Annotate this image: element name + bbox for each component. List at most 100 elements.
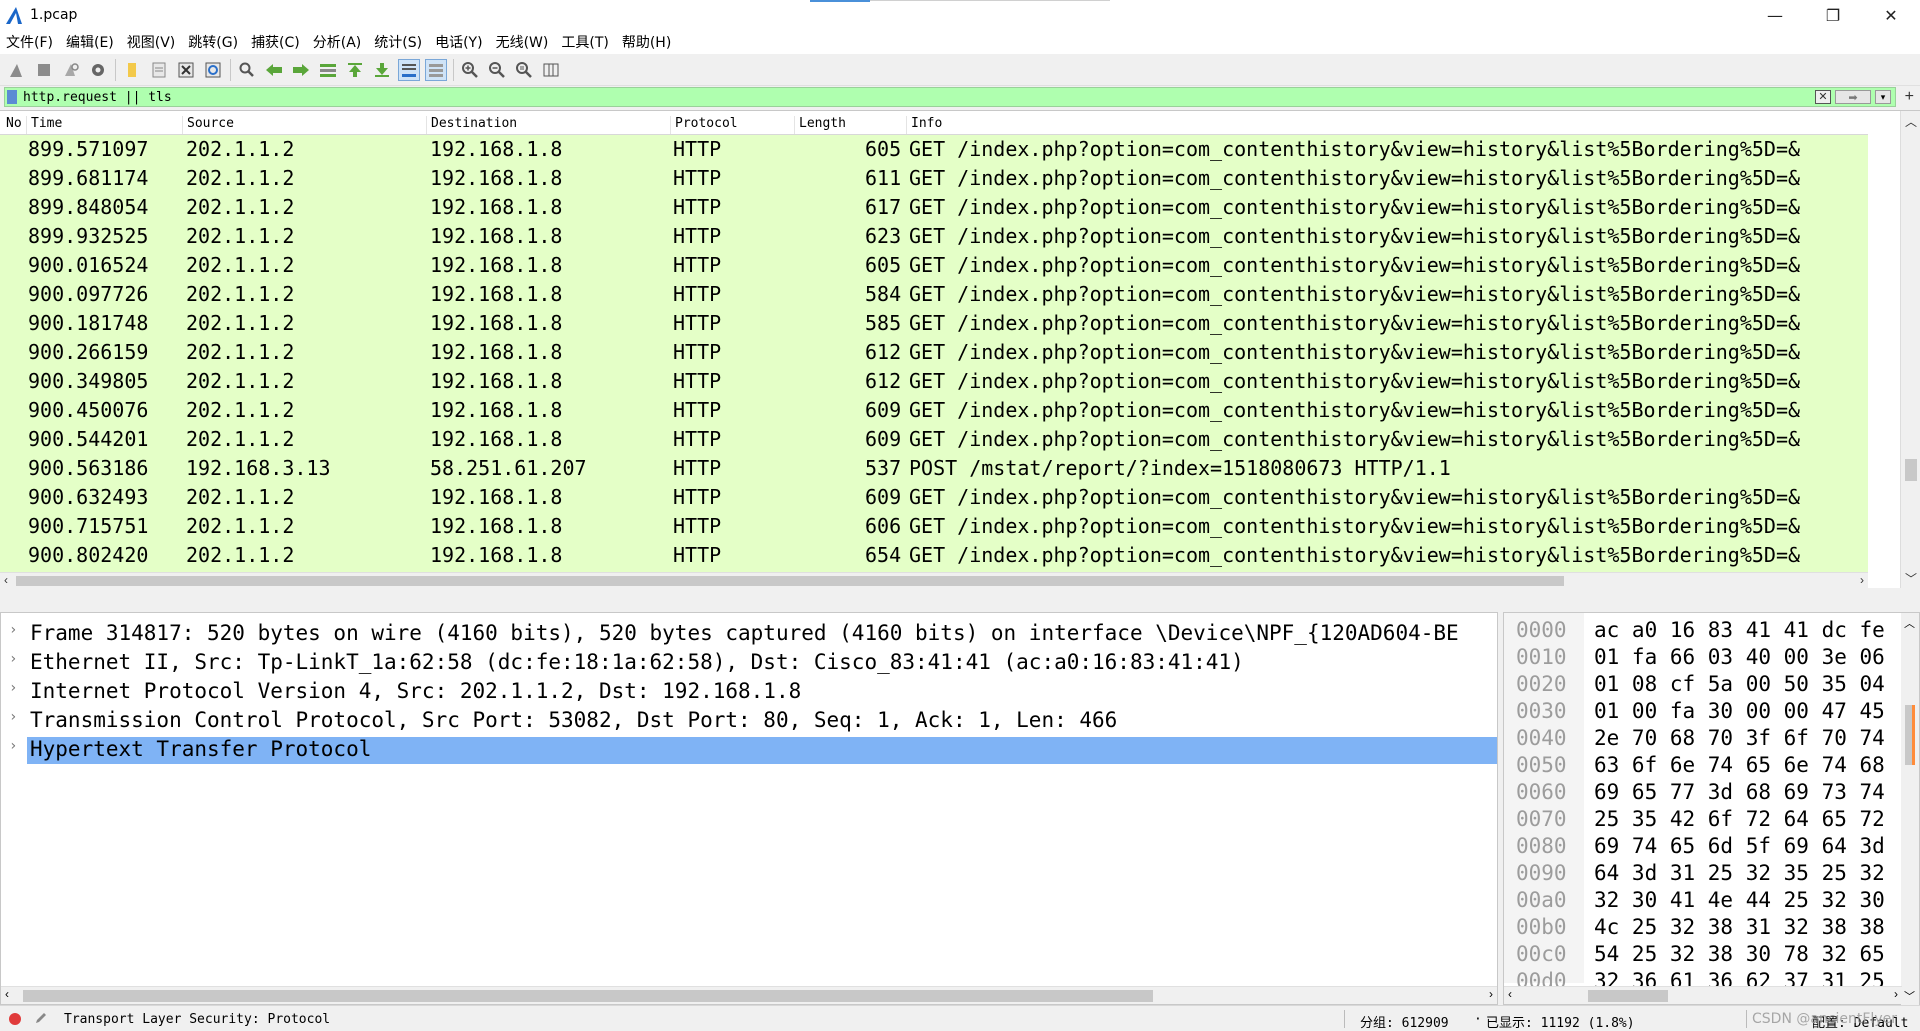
scroll-up-icon[interactable]: ︿ — [1905, 113, 1917, 130]
menu-capture[interactable]: 捕获(C) — [251, 32, 300, 52]
go-back-icon[interactable] — [263, 59, 285, 81]
packet-row[interactable]: 900.450076 202.1.1.2 192.168.1.8 HTTP 609 GET… — [0, 396, 1868, 425]
packet-list-vertical-scrollbar[interactable]: ︿ ﹀ — [1900, 111, 1920, 589]
zoom-in-icon[interactable] — [459, 59, 481, 81]
bytes-row[interactable]: 0080 69 74 65 6d 5f 69 64 3d — [1504, 833, 1904, 860]
bytes-row[interactable]: 0030 01 00 fa 30 00 00 47 45 — [1504, 698, 1904, 725]
packet-row[interactable]: 900.802420 202.1.1.2 192.168.1.8 HTTP 654 GET… — [0, 541, 1868, 570]
packet-row[interactable]: 900.349805 202.1.1.2 192.168.1.8 HTTP 612 GET… — [0, 367, 1868, 396]
expand-chevron-icon[interactable]: › — [9, 680, 17, 696]
scroll-thumb[interactable] — [1905, 705, 1915, 765]
close-button[interactable]: ✕ — [1862, 0, 1920, 30]
open-file-icon[interactable] — [121, 59, 143, 81]
expert-info-icon[interactable] — [9, 1013, 21, 1025]
reload-file-icon[interactable] — [202, 59, 224, 81]
scroll-down-icon[interactable]: ﹀ — [1905, 570, 1917, 587]
menu-help[interactable]: 帮助(H) — [622, 32, 671, 52]
detail-tree-item[interactable]: › Transmission Control Protocol, Src Port… — [1, 706, 1497, 735]
bytes-horizontal-scrollbar[interactable]: ‹ › — [1504, 986, 1902, 1004]
column-header-info[interactable]: Info — [906, 116, 1868, 134]
go-to-packet-icon[interactable] — [317, 59, 339, 81]
filter-text[interactable]: http.request || tls — [23, 90, 172, 105]
column-header-source[interactable]: Source — [182, 116, 426, 134]
scroll-thumb[interactable] — [1905, 459, 1917, 481]
column-header-length[interactable]: Length — [794, 116, 906, 134]
column-header-destination[interactable]: Destination — [426, 116, 670, 134]
packet-row[interactable]: 900.563186 192.168.3.13 58.251.61.207 HTTP 5… — [0, 454, 1868, 483]
restore-button[interactable]: ❐ — [1804, 0, 1862, 30]
menu-analyze[interactable]: 分析(A) — [313, 32, 362, 52]
packet-row[interactable]: 899.681174 202.1.1.2 192.168.1.8 HTTP 611 GET… — [0, 164, 1868, 193]
packet-row[interactable]: 900.266159 202.1.1.2 192.168.1.8 HTTP 612 GET… — [0, 338, 1868, 367]
scroll-down-icon[interactable]: ﹀ — [1904, 988, 1915, 1004]
scroll-right-icon[interactable]: › — [1860, 573, 1864, 587]
go-last-icon[interactable] — [371, 59, 393, 81]
go-first-icon[interactable] — [344, 59, 366, 81]
minimize-button[interactable]: — — [1746, 0, 1804, 30]
scroll-right-icon[interactable]: › — [1894, 987, 1898, 1001]
bytes-row[interactable]: 00a0 32 30 41 4e 44 25 32 30 — [1504, 887, 1904, 914]
menu-wireless[interactable]: 无线(W) — [496, 32, 549, 52]
detail-tree-item[interactable]: › Frame 314817: 520 bytes on wire (4160 b… — [1, 619, 1497, 648]
packet-row[interactable]: 900.715751 202.1.1.2 192.168.1.8 HTTP 606 GET… — [0, 512, 1868, 541]
packet-row[interactable]: 899.571097 202.1.1.2 192.168.1.8 HTTP 605 GET… — [0, 135, 1868, 164]
filter-bookmark-icon[interactable] — [7, 90, 17, 104]
scroll-left-icon[interactable]: ‹ — [4, 573, 8, 587]
edit-comment-icon[interactable] — [34, 1011, 48, 1025]
bytes-row[interactable]: 00c0 54 25 32 38 30 78 32 65 — [1504, 941, 1904, 968]
filter-history-dropdown-icon[interactable]: ▾ — [1875, 90, 1891, 104]
packet-row[interactable]: 900.632493 202.1.1.2 192.168.1.8 HTTP 609 GET… — [0, 483, 1868, 512]
bytes-row[interactable]: 0020 01 08 cf 5a 00 50 35 04 — [1504, 671, 1904, 698]
scroll-thumb[interactable] — [23, 990, 1153, 1002]
bytes-vertical-scrollbar[interactable]: ︿ ﹀ — [1901, 613, 1919, 1006]
display-filter-input[interactable]: http.request || tls ✕ ➡ ▾ — [4, 87, 1896, 107]
bytes-row[interactable]: 00b0 4c 25 32 38 31 32 38 38 — [1504, 914, 1904, 941]
menu-tools[interactable]: 工具(T) — [561, 32, 608, 52]
expand-chevron-icon[interactable]: › — [9, 622, 17, 638]
scroll-left-icon[interactable]: ‹ — [5, 987, 9, 1001]
bytes-row[interactable]: 0050 63 6f 6e 74 65 6e 74 68 — [1504, 752, 1904, 779]
column-header-protocol[interactable]: Protocol — [670, 116, 794, 134]
bytes-row[interactable]: 0060 69 65 77 3d 68 69 73 74 — [1504, 779, 1904, 806]
packet-row[interactable]: 899.932525 202.1.1.2 192.168.1.8 HTTP 623 GET… — [0, 222, 1868, 251]
column-header-no[interactable]: No — [2, 116, 24, 134]
menu-file[interactable]: 文件(F) — [6, 32, 53, 52]
bytes-row[interactable]: 0000 ac a0 16 83 41 41 dc fe — [1504, 617, 1904, 644]
scroll-left-icon[interactable]: ‹ — [1508, 987, 1512, 1001]
zoom-normal-icon[interactable] — [513, 59, 535, 81]
menu-go[interactable]: 跳转(G) — [188, 32, 238, 52]
close-file-icon[interactable] — [175, 59, 197, 81]
shark-fin-start-icon[interactable] — [6, 59, 28, 81]
menu-view[interactable]: 视图(V) — [127, 32, 176, 52]
find-packet-icon[interactable] — [236, 59, 258, 81]
packet-list-horizontal-scrollbar[interactable]: ‹ › — [0, 572, 1868, 588]
pane-splitter[interactable] — [0, 588, 1920, 612]
stop-capture-icon[interactable] — [33, 59, 55, 81]
bytes-row[interactable]: 0040 2e 70 68 70 3f 6f 70 74 — [1504, 725, 1904, 752]
detail-tree-item[interactable]: › Internet Protocol Version 4, Src: 202.1… — [1, 677, 1497, 706]
detail-tree-item[interactable]: › Ethernet II, Src: Tp-LinkT_1a:62:58 (dc… — [1, 648, 1497, 677]
add-filter-button[interactable]: + — [1905, 88, 1914, 106]
scroll-thumb[interactable] — [16, 576, 1564, 586]
save-file-icon[interactable] — [148, 59, 170, 81]
expand-chevron-icon[interactable]: › — [9, 709, 17, 725]
menu-edit[interactable]: 编辑(E) — [66, 32, 114, 52]
go-forward-icon[interactable] — [290, 59, 312, 81]
packet-row[interactable]: 900.097726 202.1.1.2 192.168.1.8 HTTP 584 GET… — [0, 280, 1868, 309]
auto-scroll-icon[interactable] — [398, 58, 420, 81]
bytes-row[interactable]: 0090 64 3d 31 25 32 35 25 32 — [1504, 860, 1904, 887]
menu-telephony[interactable]: 电话(Y) — [435, 32, 482, 52]
expand-chevron-icon[interactable]: › — [9, 651, 17, 667]
restart-capture-icon[interactable] — [60, 59, 82, 81]
scroll-thumb[interactable] — [1588, 990, 1668, 1002]
detail-tree-item[interactable]: › Hypertext Transfer Protocol — [1, 735, 1497, 764]
packet-row[interactable]: 899.848054 202.1.1.2 192.168.1.8 HTTP 617 GET… — [0, 193, 1868, 222]
scroll-up-icon[interactable]: ︿ — [1904, 615, 1915, 631]
filter-apply-button[interactable]: ➡ — [1835, 90, 1871, 104]
packet-row[interactable]: 900.181748 202.1.1.2 192.168.1.8 HTTP 585 GET… — [0, 309, 1868, 338]
capture-options-icon[interactable] — [87, 59, 109, 81]
detail-horizontal-scrollbar[interactable]: ‹ › — [1, 986, 1497, 1004]
bytes-row[interactable]: 0070 25 35 42 6f 72 64 65 72 — [1504, 806, 1904, 833]
packet-row[interactable]: 900.016524 202.1.1.2 192.168.1.8 HTTP 605 GET… — [0, 251, 1868, 280]
colorize-icon[interactable] — [425, 58, 447, 81]
